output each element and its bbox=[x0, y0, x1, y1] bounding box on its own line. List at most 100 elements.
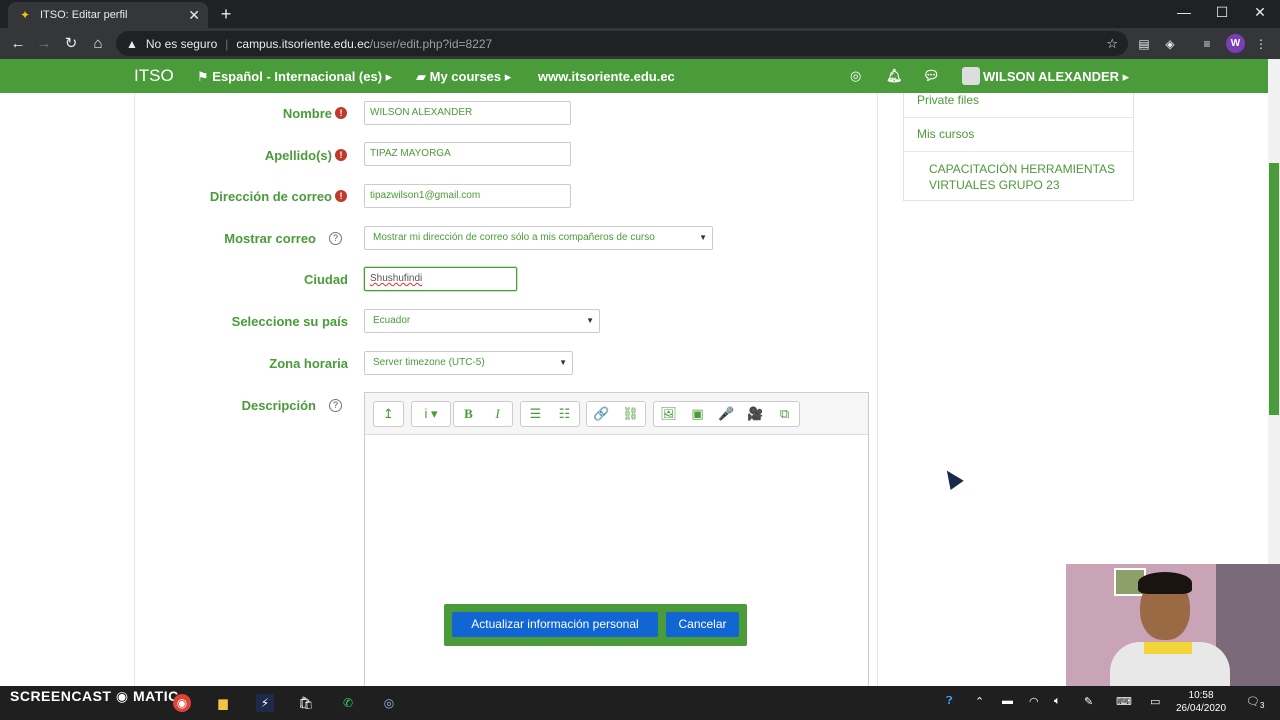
zona-horaria-label: Zona horaria bbox=[269, 356, 348, 371]
course-link[interactable]: CAPACITACIÓN HERRAMIENTAS VIRTUALES GRUP… bbox=[929, 161, 1124, 193]
site-brand[interactable]: ITSO bbox=[134, 66, 174, 86]
back-icon[interactable]: ← bbox=[7, 33, 29, 55]
language-label: Español - Internacional (es) bbox=[212, 69, 383, 84]
correo-label: Dirección de correo bbox=[209, 189, 332, 204]
ciudad-value: Shushufindi bbox=[370, 273, 423, 284]
caret-right-icon: ▸ bbox=[501, 69, 512, 84]
collapse-toolbar-icon[interactable]: ↥ bbox=[374, 402, 403, 426]
extension-icon[interactable]: ◈ bbox=[1162, 36, 1178, 52]
link-icon[interactable]: 🔗 bbox=[587, 402, 616, 426]
descripcion-label: Descripción bbox=[241, 398, 316, 413]
desktop-icon[interactable]: ▭ bbox=[1150, 695, 1160, 708]
help-icon[interactable]: ? bbox=[329, 399, 342, 412]
italic-icon[interactable]: I bbox=[483, 402, 512, 426]
action-center-icon[interactable]: 🗨︎3 bbox=[1246, 695, 1264, 710]
system-clock[interactable]: 10:58 26/04/2020 bbox=[1176, 689, 1226, 715]
messages-icon[interactable]: 💬︎ bbox=[923, 68, 940, 84]
caret-right-icon: ▸ bbox=[1119, 69, 1130, 84]
block-divider bbox=[904, 117, 1133, 118]
my-courses-label: My courses bbox=[429, 69, 502, 84]
file-explorer-icon[interactable]: ▆ bbox=[214, 694, 232, 712]
private-files-link[interactable]: Private files bbox=[917, 93, 979, 107]
nombre-field[interactable]: WILSON ALEXANDER bbox=[364, 101, 571, 125]
pen-icon[interactable]: ✎ bbox=[1084, 695, 1093, 708]
bold-icon[interactable]: B bbox=[454, 402, 483, 426]
address-bar[interactable]: ▲ No es seguro | campus.itsoriente.edu.e… bbox=[116, 31, 1128, 56]
browser-title-bar: ✦ ITSO: Editar perfil ✕ + — ☐ ✕ bbox=[0, 0, 1280, 28]
mis-cursos-link[interactable]: Mis cursos bbox=[917, 127, 974, 141]
required-icon: ! bbox=[335, 149, 347, 161]
show-hidden-icons-icon[interactable]: ⌃ bbox=[975, 695, 984, 708]
cancel-button[interactable]: Cancelar bbox=[666, 612, 739, 637]
mouse-cursor-icon bbox=[940, 466, 964, 490]
main-region-border bbox=[134, 93, 135, 686]
tab-close-icon[interactable]: ✕ bbox=[188, 7, 200, 24]
store-icon[interactable]: 🛍︎ bbox=[297, 694, 315, 712]
apellido-field[interactable]: TIPAZ MAYORGA bbox=[364, 142, 571, 166]
editor-group-lists: ☰ ☷ bbox=[520, 401, 580, 427]
help-tray-icon[interactable]: ❓︎ bbox=[946, 695, 953, 708]
reading-list-icon[interactable]: ≡ bbox=[1199, 36, 1215, 52]
scrollbar-thumb[interactable] bbox=[1269, 163, 1279, 415]
clock-date: 26/04/2020 bbox=[1176, 703, 1227, 714]
user-menu[interactable]: WILSON ALEXANDER ▸ bbox=[962, 67, 1129, 85]
url-host: campus.itsoriente.edu.ec bbox=[236, 36, 370, 51]
target-icon[interactable]: ◎ bbox=[850, 68, 861, 84]
webcam-person-collar bbox=[1144, 642, 1192, 654]
webcam-overlay bbox=[1066, 564, 1280, 686]
unlink-icon[interactable]: ⛓ bbox=[616, 402, 645, 426]
volume-icon[interactable]: 🔈︎ bbox=[1054, 695, 1061, 708]
close-window-button[interactable]: ✕ bbox=[1245, 4, 1275, 21]
record-audio-icon[interactable]: 🎤 bbox=[712, 402, 741, 426]
security-label: No es seguro bbox=[145, 36, 218, 51]
mostrar-correo-label: Mostrar correo bbox=[224, 231, 316, 246]
ordered-list-icon[interactable]: ☷ bbox=[550, 402, 579, 426]
wifi-icon[interactable]: ◠ bbox=[1029, 695, 1039, 708]
app-taskbar-icon[interactable]: ◎ bbox=[380, 694, 398, 712]
zona-horaria-select[interactable]: Server timezone (UTC-5) ▼ bbox=[364, 351, 573, 375]
editor-group-links: 🔗 ⛓ bbox=[586, 401, 646, 427]
editor-group-format: B I bbox=[453, 401, 513, 427]
block-divider bbox=[904, 151, 1133, 152]
app-taskbar-icon[interactable]: ⚡︎ bbox=[256, 694, 274, 712]
media-icon[interactable]: ▣ bbox=[683, 402, 712, 426]
record-video-icon[interactable]: 🎥 bbox=[741, 402, 770, 426]
minimize-button[interactable]: — bbox=[1169, 4, 1199, 20]
chrome-taskbar-icon[interactable]: ◉ bbox=[173, 694, 191, 712]
paragraph-style-icon[interactable]: i ▾ bbox=[412, 402, 450, 426]
manage-files-icon[interactable]: ⧉ bbox=[770, 402, 799, 426]
new-tab-button[interactable]: + bbox=[216, 4, 236, 24]
maximize-button[interactable]: ☐ bbox=[1207, 4, 1237, 21]
chrome-menu-icon[interactable]: ⋮ bbox=[1253, 36, 1269, 52]
language-menu[interactable]: ⚑ Español - Internacional (es) ▸ bbox=[197, 69, 392, 85]
battery-icon[interactable]: ▬ bbox=[1002, 695, 1013, 707]
whatsapp-icon[interactable]: ✆ bbox=[339, 694, 357, 712]
dropdown-caret-icon: ▼ bbox=[699, 233, 707, 242]
profile-avatar[interactable]: W bbox=[1226, 34, 1245, 53]
form-actions: Actualizar información personal Cancelar bbox=[444, 604, 747, 646]
email-field[interactable]: tipazwilson1@gmail.com bbox=[364, 184, 571, 208]
bookmark-star-icon[interactable]: ☆ bbox=[1106, 36, 1118, 52]
browser-tab[interactable]: ✦ ITSO: Editar perfil ✕ bbox=[8, 2, 208, 28]
forward-icon[interactable]: → bbox=[33, 33, 55, 55]
my-courses-menu[interactable]: ▰ My courses ▸ bbox=[416, 69, 511, 85]
keyboard-icon[interactable]: ⌨ bbox=[1116, 695, 1132, 708]
reload-icon[interactable]: ↻ bbox=[60, 33, 82, 55]
update-profile-button[interactable]: Actualizar información personal bbox=[452, 612, 658, 637]
site-favicon-icon: ✦ bbox=[19, 8, 31, 22]
home-icon[interactable]: ⌂ bbox=[87, 33, 109, 55]
not-secure-icon: ▲ bbox=[126, 36, 138, 51]
url-path: /user/edit.php?id=8227 bbox=[369, 36, 493, 51]
pais-select[interactable]: Ecuador ▼ bbox=[364, 309, 600, 333]
notifications-bell-icon[interactable]: 🔔︎ bbox=[886, 68, 903, 84]
user-avatar bbox=[962, 67, 980, 85]
ciudad-label: Ciudad bbox=[303, 272, 348, 287]
extension-icon[interactable]: ▤ bbox=[1136, 36, 1152, 52]
mostrar-correo-select[interactable]: Mostrar mi dirección de correo sólo a mi… bbox=[364, 226, 713, 250]
image-icon[interactable]: 🖼 bbox=[654, 402, 683, 426]
ciudad-field[interactable]: Shushufindi bbox=[364, 267, 517, 291]
unordered-list-icon[interactable]: ☰ bbox=[521, 402, 550, 426]
help-icon[interactable]: ? bbox=[329, 232, 342, 245]
watermark-logo: SCREENCAST ◉ MATIC bbox=[10, 688, 179, 704]
site-link[interactable]: www.itsoriente.edu.ec bbox=[538, 69, 675, 84]
